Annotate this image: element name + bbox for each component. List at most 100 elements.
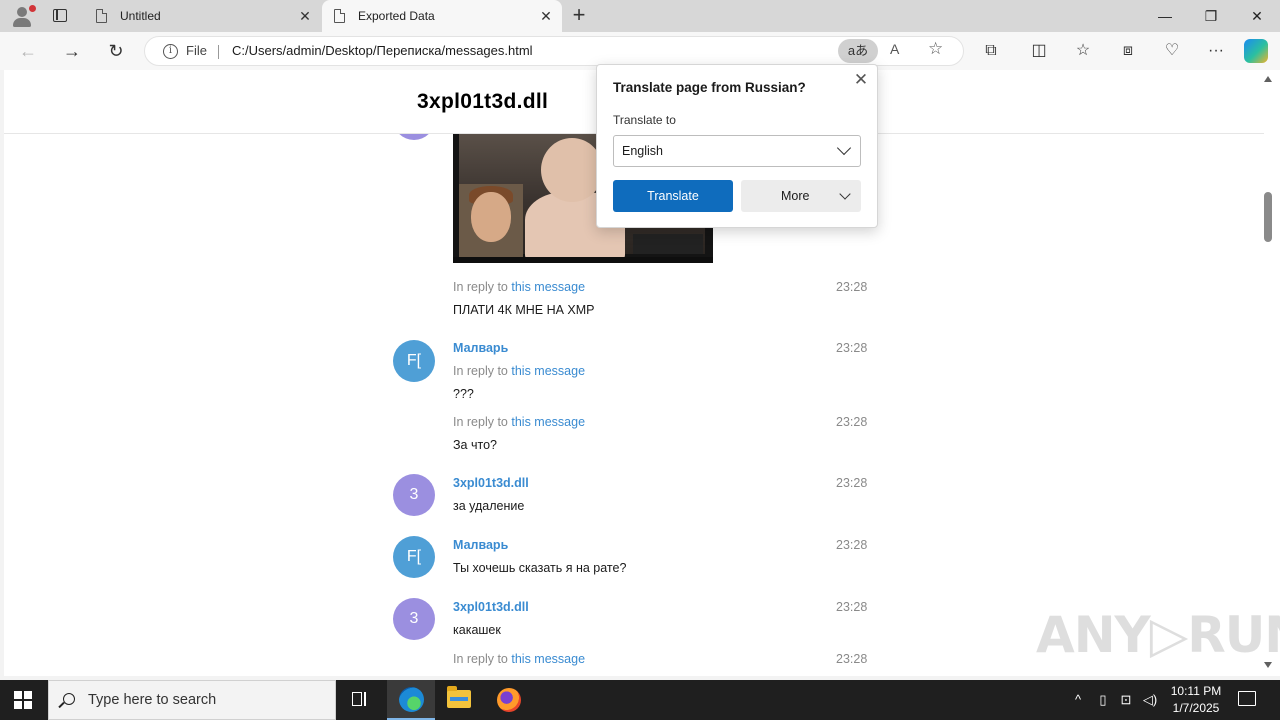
folder-icon — [447, 686, 471, 708]
page-title: 3xpl01t3d.dll — [417, 90, 549, 113]
more-label: More — [781, 189, 810, 203]
message-text: какашек — [453, 623, 501, 637]
taskbar-file-explorer[interactable] — [435, 680, 483, 720]
refresh-button[interactable]: ↻ — [102, 37, 130, 65]
sender-name: Малварь — [453, 341, 509, 355]
reply-prefix: In reply to — [453, 364, 512, 378]
favorite-star-icon[interactable]: ☆ — [928, 39, 943, 59]
tab-close-button[interactable]: ✕ — [297, 8, 313, 24]
sender-name: Малварь — [453, 538, 509, 552]
scroll-thumb[interactable] — [1264, 192, 1272, 242]
message-text: Ты хочешь сказать я на рате? — [453, 561, 627, 575]
message-time: 23:28 — [836, 600, 868, 614]
reply-prefix: In reply to — [453, 652, 512, 666]
windows-start-icon[interactable] — [14, 691, 32, 709]
scroll-up-icon[interactable] — [1264, 76, 1272, 82]
message-text: ??? — [453, 387, 474, 401]
new-tab-button[interactable]: + — [568, 4, 590, 27]
clock-date: 1/7/2025 — [1172, 701, 1220, 715]
reply-reference: In reply to this message — [453, 415, 585, 429]
page-icon — [96, 9, 107, 23]
message-time: 23:28 — [836, 476, 868, 490]
message-time: 23:28 — [836, 652, 868, 666]
tab-strip: Untitled ✕ Exported Data ✕ + — ❐ ✕ — [0, 0, 1280, 32]
avatar: 3 — [393, 474, 435, 516]
message-time: 23:28 — [836, 280, 868, 294]
profile-icon[interactable] — [8, 4, 36, 28]
tab-actions-icon[interactable] — [48, 6, 72, 26]
sender-name: 3xpl01t3d.dll — [453, 600, 529, 614]
search-icon — [63, 693, 75, 705]
maximize-button[interactable]: ❐ — [1188, 0, 1234, 32]
more-button[interactable]: More — [741, 180, 861, 212]
reply-reference: In reply to this message — [453, 652, 585, 666]
read-aloud-icon[interactable]: A — [890, 41, 899, 57]
close-icon[interactable]: ✕ — [852, 71, 870, 89]
reply-prefix: In reply to — [453, 280, 512, 294]
chevron-down-icon — [839, 188, 851, 200]
reply-link[interactable]: this message — [511, 415, 585, 429]
settings-menu-icon[interactable]: ··· — [1204, 40, 1228, 62]
device-icon[interactable]: ▯ — [1094, 680, 1112, 720]
info-icon[interactable]: i — [163, 44, 178, 59]
avatar: 3 — [393, 598, 435, 640]
reply-link[interactable]: this message — [511, 364, 585, 378]
message-time: 23:28 — [836, 415, 868, 429]
browser-essentials-icon[interactable]: ♡ — [1160, 40, 1184, 62]
scheme-label: File — [186, 43, 207, 58]
message-time: 23:28 — [836, 341, 868, 355]
close-window-button[interactable]: ✕ — [1234, 0, 1280, 32]
avatar: F[ — [393, 340, 435, 382]
language-select[interactable]: English — [613, 135, 861, 167]
message-time: 23:28 — [836, 538, 868, 552]
split-screen-icon[interactable]: ◫ — [1027, 40, 1051, 62]
clock-time: 10:11 PM — [1170, 684, 1222, 698]
selected-language: English — [622, 144, 663, 158]
copilot-icon[interactable] — [1244, 39, 1268, 63]
tray-chevron-icon[interactable]: ^ — [1068, 680, 1088, 720]
back-button[interactable]: ← — [14, 37, 42, 65]
translate-button[interactable]: Translate — [613, 180, 733, 212]
volume-icon[interactable]: ◁) — [1140, 680, 1160, 720]
page-icon — [334, 9, 345, 23]
extensions-icon[interactable]: ⧉ — [979, 40, 1003, 62]
popup-title: Translate page from Russian? — [613, 80, 806, 95]
collections-icon[interactable]: ⧈ — [1116, 40, 1140, 62]
clock[interactable]: 10:11 PM 1/7/2025 — [1168, 683, 1224, 717]
edge-icon — [399, 687, 424, 712]
chevron-down-icon — [836, 140, 852, 156]
anyrun-watermark: ANY▷RUN — [1036, 606, 1280, 664]
notification-icon[interactable] — [1238, 691, 1256, 706]
taskbar: Type here to search ^ ▯ ⊡ ◁) 10:11 PM 1/… — [0, 680, 1280, 720]
message-text: За что? — [453, 438, 497, 452]
tab-title: Untitled — [120, 9, 161, 23]
firefox-icon — [497, 688, 521, 712]
reply-link[interactable]: this message — [511, 280, 585, 294]
taskbar-edge[interactable] — [387, 680, 435, 720]
tab-untitled[interactable]: Untitled ✕ — [84, 0, 321, 32]
network-icon[interactable]: ⊡ — [1116, 680, 1136, 720]
task-view-icon[interactable] — [352, 692, 368, 708]
message-text: за удаление — [453, 499, 525, 513]
reply-link[interactable]: this message — [511, 652, 585, 666]
translate-popup: Translate page from Russian? ✕ Translate… — [596, 64, 878, 228]
minimize-button[interactable]: — — [1142, 0, 1188, 32]
taskbar-firefox[interactable] — [485, 680, 533, 720]
divider — [218, 45, 219, 59]
translate-to-label: Translate to — [613, 113, 676, 127]
avatar: F[ — [393, 536, 435, 578]
tab-close-button[interactable]: ✕ — [538, 8, 554, 24]
translate-icon[interactable]: aあ — [838, 39, 878, 63]
forward-button[interactable]: → — [58, 37, 86, 65]
taskbar-search-box[interactable]: Type here to search — [48, 680, 336, 720]
reply-prefix: In reply to — [453, 415, 512, 429]
message-text: ПЛАТИ 4К МНЕ НА XMP — [453, 303, 595, 317]
url-text[interactable]: C:/Users/admin/Desktop/Переписка/message… — [232, 37, 533, 65]
reply-reference: In reply to this message — [453, 280, 585, 294]
sender-name: 3xpl01t3d.dll — [453, 476, 529, 490]
tab-exported-data[interactable]: Exported Data ✕ — [322, 0, 562, 32]
vertical-scrollbar[interactable] — [1260, 70, 1276, 676]
reply-reference: In reply to this message — [453, 364, 585, 378]
address-bar[interactable]: i File C:/Users/admin/Desktop/Переписка/… — [144, 36, 964, 66]
favorites-icon[interactable]: ☆ — [1071, 40, 1095, 62]
